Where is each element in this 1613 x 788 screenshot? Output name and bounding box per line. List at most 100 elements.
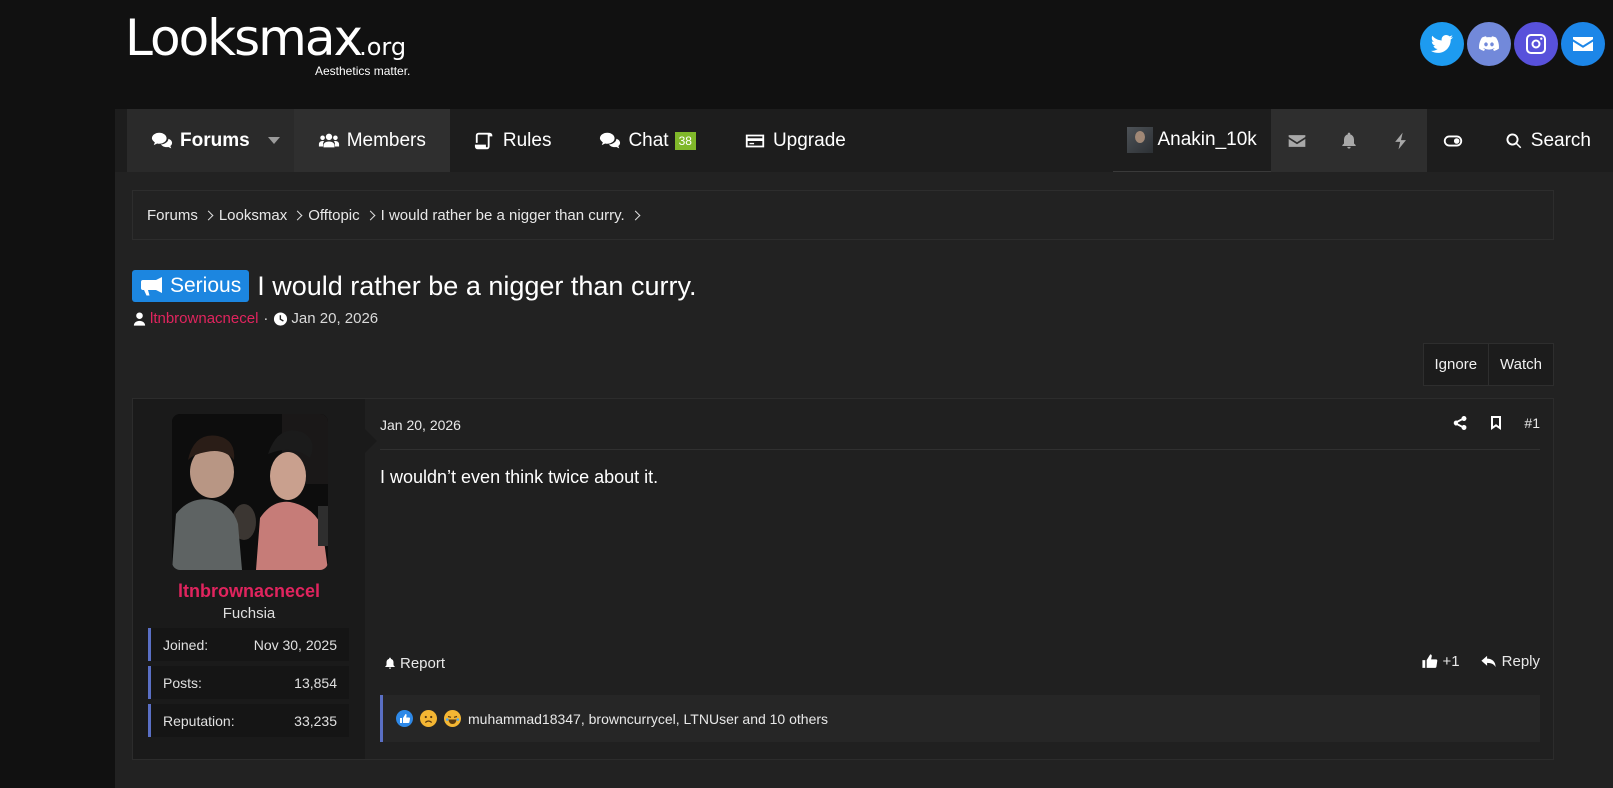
main-navigation: Forums Members Rules Chat 38 Upgrade Ana… [115,109,1613,172]
alerts-button[interactable] [1323,109,1375,172]
reply-button[interactable]: Reply [1480,653,1540,670]
scroll-icon [474,132,493,149]
nav-tab-upgrade[interactable]: Upgrade [720,109,870,172]
stat-label: Joined: [163,636,209,653]
post-divider [380,449,1540,450]
nav-label-rules: Rules [502,129,552,151]
style-toggle-button[interactable] [1427,109,1479,172]
laugh-reaction-icon [444,710,461,727]
stat-label: Posts: [163,674,202,691]
nav-tab-chat[interactable]: Chat 38 [575,109,720,172]
post-user-panel: ltnbrownacnecel Fuchsia Joined: Nov 30, … [133,399,365,759]
nav-label-upgrade: Upgrade [772,129,846,151]
twitter-icon[interactable] [1420,22,1464,66]
logo-text: Looksmax [125,9,363,67]
instagram-icon[interactable] [1514,22,1558,66]
site-logo[interactable]: Looksmax.org Aesthetics matter. [125,9,410,78]
like-label: +1 [1442,653,1460,670]
post-body: I wouldn’t even think twice about it. [380,467,659,487]
chat-icon [600,132,621,148]
like-button[interactable]: +1 [1421,653,1460,670]
poster-user-title: Fuchsia [222,605,276,622]
inbox-button[interactable] [1271,109,1323,172]
post-content: Jan 20, 2026 #1 I wouldn’t even think tw… [380,399,1540,759]
post-message: ltnbrownacnecel Fuchsia Joined: Nov 30, … [132,398,1554,760]
site-header: Looksmax.org Aesthetics matter. [115,0,1613,110]
stat-label: Reputation: [163,712,235,729]
social-links [1420,22,1605,66]
reply-icon [1481,655,1496,668]
nav-tab-members[interactable]: Members [293,109,450,172]
meta-separator: · [263,310,269,327]
chevron-right-icon [292,210,303,220]
report-label: Report [400,655,446,672]
search-button[interactable]: Search [1479,109,1613,172]
report-button[interactable]: Report [383,655,445,672]
logo-suffix: .org [359,33,407,61]
ignore-button[interactable]: Ignore [1424,344,1489,385]
post-actions: +1 Reply [1421,653,1540,670]
chevron-right-icon [365,210,376,220]
logo-tagline: Aesthetics matter. [315,64,411,78]
thread-prefix-label: Serious [170,274,242,297]
page-left-margin [0,0,115,788]
toggle-icon [1443,135,1462,146]
reactions-bar[interactable]: muhammad18347, browncurrycel, LTNUser an… [380,695,1540,742]
reactions-text[interactable]: muhammad18347, browncurrycel, LTNUser an… [468,711,828,727]
page-title: I would rather be a nigger than curry. [257,270,697,301]
mail-icon[interactable] [1561,22,1605,66]
watch-button[interactable]: Watch [1488,344,1553,385]
stat-value: Nov 30, 2025 [253,636,337,653]
chevron-down-icon[interactable] [267,137,280,144]
nav-label-members: Members [346,129,426,151]
thumbs-up-icon [1421,654,1437,668]
thread-prefix-badge[interactable]: Serious [132,270,250,302]
nav-label-chat: Chat [628,129,669,151]
share-icon[interactable] [1452,415,1468,431]
stat-posts: Posts: 13,854 [148,666,349,699]
megaphone-icon [141,277,162,296]
post-date[interactable]: Jan 20, 2026 [380,417,461,433]
thread-start-date[interactable]: Jan 20, 2026 [291,310,378,327]
breadcrumb-item-looksmax[interactable]: Looksmax [219,207,287,224]
nav-tab-rules[interactable]: Rules [450,109,576,172]
bolt-icon [1394,132,1406,149]
thread-author-link[interactable]: ltnbrownacnecel [150,310,258,327]
discord-icon[interactable] [1467,22,1511,66]
breadcrumb-item-thread[interactable]: I would rather be a nigger than curry. [381,207,625,224]
whats-new-button[interactable] [1375,109,1427,172]
thread-action-buttons: Ignore Watch [1422,343,1554,386]
account-menu[interactable]: Anakin_10k [1112,109,1271,172]
reply-label: Reply [1501,653,1540,670]
account-username: Anakin_10k [1157,129,1257,150]
nav-user-area: Anakin_10k Search [1112,109,1613,172]
breadcrumb-item-offtopic[interactable]: Offtopic [308,207,359,224]
stat-joined: Joined: Nov 30, 2025 [148,628,349,661]
avatar[interactable] [172,414,328,570]
bell-icon [1342,132,1356,148]
poster-username[interactable]: ltnbrownacnecel [133,581,365,602]
search-label: Search [1530,129,1591,151]
thread-meta: ltnbrownacnecel · Jan 20, 2026 [132,310,378,327]
bell-icon [385,657,395,669]
user-icon [133,311,146,326]
stat-value[interactable]: 13,854 [294,675,337,691]
like-reaction-icon [396,710,413,727]
chevron-right-icon [203,210,214,220]
post-number[interactable]: #1 [1524,415,1540,431]
clock-icon [274,311,288,326]
nav-icon-group [1270,109,1427,172]
post-tools: #1 [1452,415,1540,431]
nav-label-forums: Forums [180,129,250,151]
users-icon [318,133,339,147]
chat-count-badge: 38 [674,131,696,150]
nav-tab-forums[interactable]: Forums [127,109,294,172]
avatar-photo [172,414,328,570]
stat-value: 33,235 [294,712,337,729]
envelope-icon [1288,134,1306,147]
breadcrumb-item-forums[interactable]: Forums [147,207,198,224]
user-panel-arrow [365,429,377,453]
thread-title-row: Serious I would rather be a nigger than … [132,270,696,302]
bookmark-icon[interactable] [1488,415,1504,431]
comments-icon [151,132,173,148]
